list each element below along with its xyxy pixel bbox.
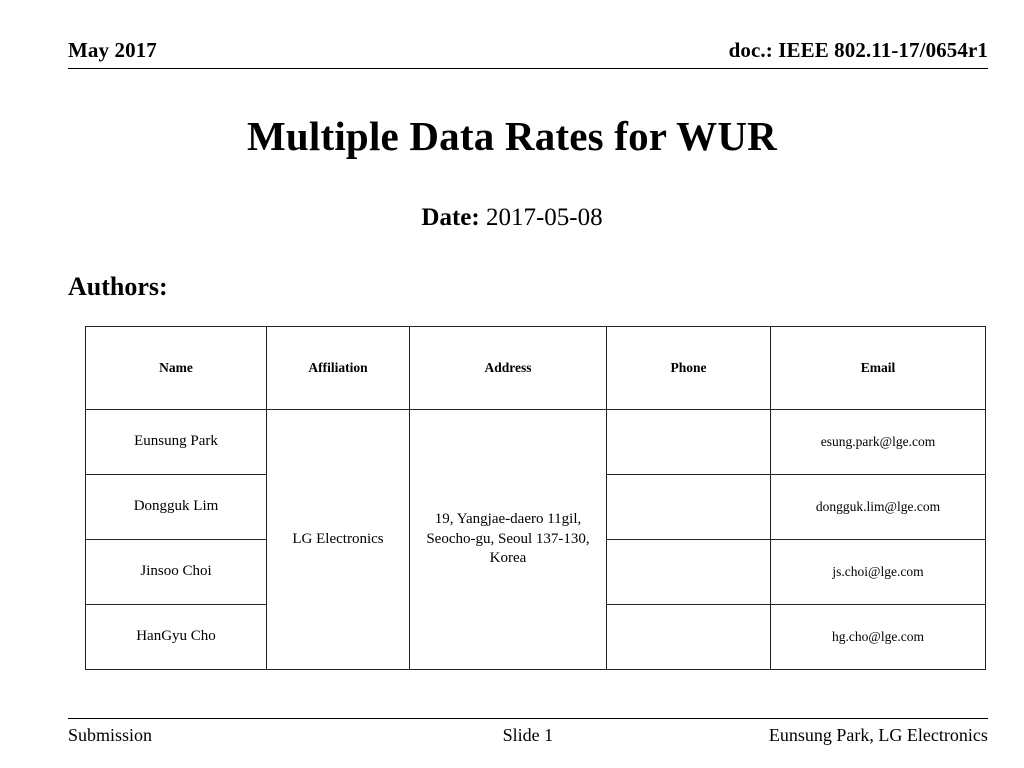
footer-submission-label: Submission: [68, 725, 153, 745]
column-header-affiliation: Affiliation: [266, 326, 410, 410]
cell-email: dongguk.lim@lge.com: [770, 474, 986, 540]
page-title: Multiple Data Rates for WUR: [247, 113, 777, 159]
cell-name: Jinsoo Choi: [85, 539, 267, 605]
column-header-phone: Phone: [606, 326, 771, 410]
cell-affiliation: LG Electronics: [266, 409, 410, 670]
authors-table: Name Affiliation Address Phone Email Eun…: [85, 326, 986, 670]
header-document-id: doc.: IEEE 802.11-17/0654r1: [728, 38, 988, 62]
date-value: 2017-05-08: [485, 204, 603, 231]
cell-phone: [606, 474, 771, 540]
cell-name: Eunsung Park: [85, 409, 267, 475]
authors-heading: Authors:: [68, 272, 168, 301]
footer-author-affiliation: Eunsung Park, LG Electronics: [768, 725, 988, 745]
table-row: Eunsung Park LG Electronics 19, Yangjae-…: [85, 409, 986, 670]
slide-header: May 2017 doc.: IEEE 802.11-17/0654r1: [68, 38, 988, 69]
date-line: Date: 2017-05-08: [0, 204, 1024, 232]
slide-footer: Submission Slide 1 Eunsung Park, LG Elec…: [68, 718, 988, 746]
cell-name: Dongguk Lim: [85, 474, 267, 540]
slide-canvas: May 2017 doc.: IEEE 802.11-17/0654r1 Mul…: [0, 0, 1024, 768]
cell-phone: [606, 539, 771, 605]
column-header-address: Address: [409, 326, 607, 410]
date-label: Date:: [421, 204, 480, 231]
cell-email: js.choi@lge.com: [770, 539, 986, 605]
cell-email: esung.park@lge.com: [770, 409, 986, 475]
column-header-email: Email: [770, 326, 986, 410]
column-header-name: Name: [85, 326, 267, 410]
footer-slide-number: Slide 1: [502, 725, 554, 745]
cell-phone: [606, 409, 771, 475]
table-header-row: Name Affiliation Address Phone Email: [85, 326, 986, 410]
header-date: May 2017: [68, 38, 157, 62]
cell-email: hg.cho@lge.com: [770, 604, 986, 670]
cell-name: HanGyu Cho: [85, 604, 267, 670]
cell-phone: [606, 604, 771, 670]
authors-table-container: Name Affiliation Address Phone Email Eun…: [85, 326, 986, 670]
cell-address: 19, Yangjae-daero 11gil, Seocho-gu, Seou…: [409, 409, 607, 670]
